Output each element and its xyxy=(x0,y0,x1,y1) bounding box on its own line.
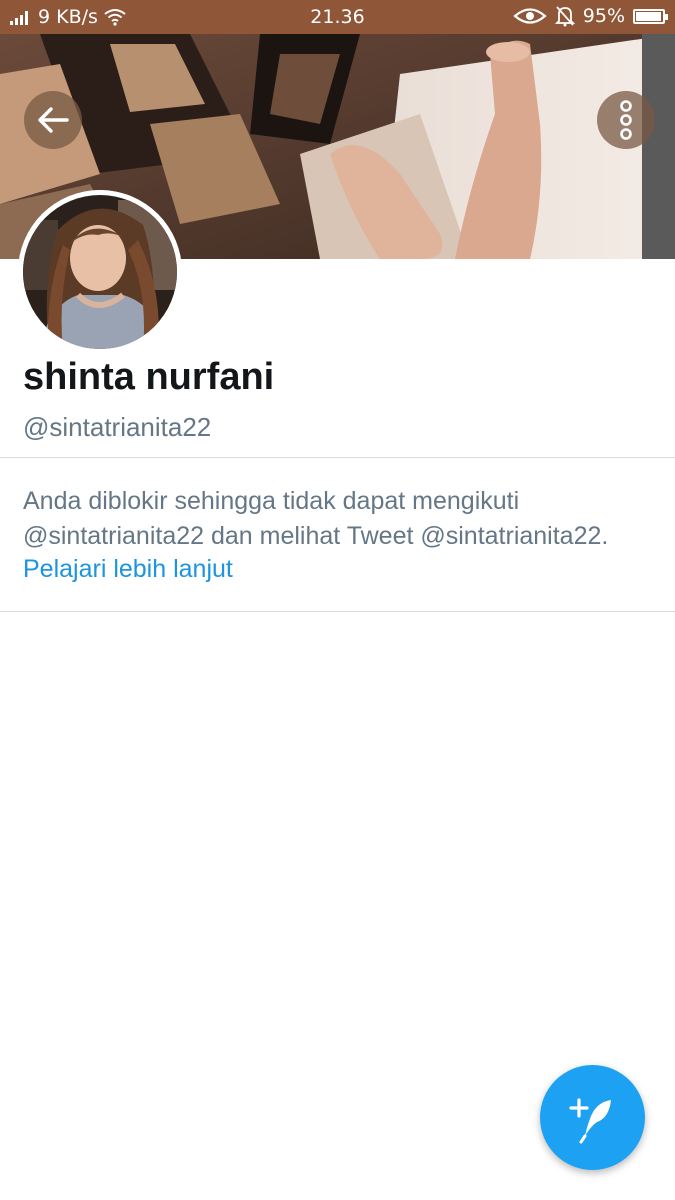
learn-more-link[interactable]: Pelajari lebih lanjut xyxy=(23,554,233,584)
more-options-button[interactable] xyxy=(597,91,655,149)
bell-off-icon xyxy=(554,6,575,27)
profile-handle: @sintatrianita22 xyxy=(23,412,212,442)
avatar[interactable] xyxy=(18,190,182,354)
wifi-icon xyxy=(104,9,126,26)
battery-percent: 95% xyxy=(582,5,625,27)
signal-icon xyxy=(10,11,28,25)
network-speed: 9 KB/s xyxy=(38,6,98,28)
status-bar: 9 KB/s 21.36 95% xyxy=(0,0,675,34)
divider-bottom xyxy=(0,611,675,612)
battery-icon xyxy=(633,8,668,24)
status-left: 9 KB/s xyxy=(10,6,126,28)
eye-icon xyxy=(513,8,547,24)
more-vertical-icon xyxy=(620,100,632,140)
compose-tweet-button[interactable] xyxy=(540,1065,645,1170)
battery-level-fill xyxy=(636,11,661,21)
status-right: 95% xyxy=(513,5,668,27)
back-button[interactable] xyxy=(24,91,82,149)
profile-screen: 9 KB/s 21.36 95% shinta nurfani @sintatr… xyxy=(0,0,675,1200)
arrow-left-icon xyxy=(38,107,69,133)
blocked-message: Anda diblokir sehingga tidak dapat mengi… xyxy=(23,487,609,550)
avatar-image xyxy=(18,190,182,354)
display-name: shinta nurfani xyxy=(23,356,275,398)
compose-tweet-icon xyxy=(568,1097,611,1143)
divider-top xyxy=(0,457,675,458)
